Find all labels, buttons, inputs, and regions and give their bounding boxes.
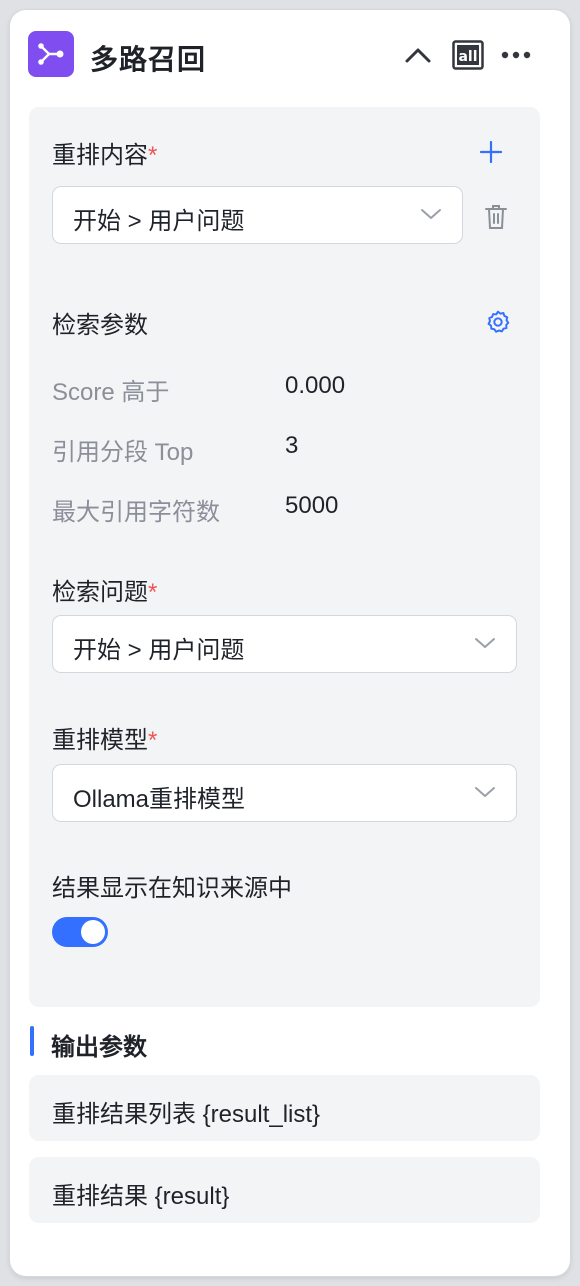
search-question-select[interactable]: 开始 > 用户问题 xyxy=(52,615,517,673)
multi-recall-node-card: 多路召回 all 重排内容* 开始 > 用户问题 检索参数 Score 高于 0… xyxy=(10,10,570,1276)
node-title: 多路召回 xyxy=(90,44,207,75)
all-icon: all xyxy=(452,40,484,70)
rerank-content-value: 开始 > 用户问题 xyxy=(73,208,245,235)
rerank-model-select[interactable]: Ollama重排模型 xyxy=(52,764,517,822)
add-rerank-content-button[interactable] xyxy=(476,137,506,167)
required-mark: * xyxy=(148,579,158,606)
param-value-score: 0.000 xyxy=(285,372,346,399)
show-in-source-label: 结果显示在知识来源中 xyxy=(52,875,292,902)
required-mark: * xyxy=(148,727,158,754)
output-item-result: 重排结果 {result} xyxy=(29,1157,540,1223)
rerank-model-value: Ollama重排模型 xyxy=(73,786,246,813)
all-icon-label: all xyxy=(458,49,477,65)
chevron-up-icon xyxy=(405,48,431,63)
show-all-button[interactable]: all xyxy=(452,39,484,71)
output-params-title: 输出参数 xyxy=(51,1034,147,1061)
param-key-top: 引用分段 Top xyxy=(52,439,194,466)
node-settings-panel: 重排内容* 开始 > 用户问题 检索参数 Score 高于 0.000 引用分段… xyxy=(29,107,540,1007)
chevron-down-icon xyxy=(475,638,495,648)
section-accent-bar xyxy=(30,1026,34,1056)
delete-rerank-content-button[interactable] xyxy=(483,203,509,231)
output-item-result-list: 重排结果列表 {result_list} xyxy=(29,1075,540,1141)
chevron-down-icon xyxy=(475,787,495,797)
more-icon xyxy=(501,51,531,59)
trash-icon xyxy=(485,205,507,229)
more-options-button[interactable] xyxy=(500,39,532,71)
retrieval-settings-button[interactable] xyxy=(484,308,512,336)
show-in-source-toggle[interactable] xyxy=(52,917,108,947)
plus-icon xyxy=(479,140,503,164)
param-key-max-chars: 最大引用字符数 xyxy=(52,499,220,526)
rerank-content-label: 重排内容* xyxy=(52,142,158,169)
param-value-max-chars: 5000 xyxy=(285,492,339,519)
toggle-knob xyxy=(81,920,105,944)
collapse-button[interactable] xyxy=(402,39,434,71)
param-key-score: Score 高于 xyxy=(52,379,170,406)
required-mark: * xyxy=(148,142,158,169)
search-question-label: 检索问题* xyxy=(52,579,158,606)
gear-icon xyxy=(487,310,510,333)
multi-recall-node-icon xyxy=(28,31,74,77)
node-header: 多路召回 all xyxy=(28,31,552,79)
rerank-content-select[interactable]: 开始 > 用户问题 xyxy=(52,186,463,244)
retrieval-params-label: 检索参数 xyxy=(52,312,148,339)
search-question-value: 开始 > 用户问题 xyxy=(73,637,245,664)
chevron-down-icon xyxy=(421,209,441,219)
param-value-top: 3 xyxy=(285,432,299,459)
rerank-model-label: 重排模型* xyxy=(52,727,158,754)
output-item-label: 重排结果 {result} xyxy=(52,1183,230,1210)
output-item-label: 重排结果列表 {result_list} xyxy=(52,1101,321,1128)
